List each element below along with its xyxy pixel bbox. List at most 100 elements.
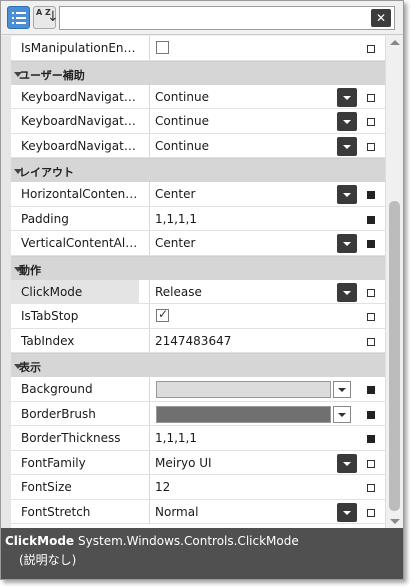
property-value-select[interactable]: Continue bbox=[155, 134, 209, 158]
property-marker-icon[interactable] bbox=[367, 240, 375, 248]
dropdown-button[interactable] bbox=[337, 112, 357, 131]
dropdown-button[interactable] bbox=[337, 185, 357, 204]
property-row[interactable]: IsManipulationEn… bbox=[11, 36, 385, 61]
property-name: KeyboardNavigati… bbox=[21, 138, 139, 153]
property-row[interactable]: TabIndex 2147483647 bbox=[11, 328, 385, 353]
property-marker-icon[interactable] bbox=[367, 288, 375, 297]
property-name: KeyboardNavigati… bbox=[21, 114, 139, 128]
column-divider[interactable] bbox=[149, 133, 150, 157]
property-checkbox[interactable] bbox=[156, 41, 169, 54]
dropdown-button[interactable] bbox=[337, 87, 357, 107]
category-header[interactable]: 動作 bbox=[11, 255, 385, 280]
property-name: FontSize bbox=[21, 480, 72, 494]
property-row[interactable]: BorderBrush bbox=[11, 401, 385, 426]
property-row[interactable]: HorizontalContent… Center bbox=[11, 182, 385, 207]
alphabetical-sort-button[interactable]: A Z ↓ bbox=[33, 6, 59, 29]
column-divider[interactable] bbox=[149, 109, 150, 133]
column-divider[interactable] bbox=[149, 377, 150, 401]
property-marker-icon[interactable] bbox=[367, 191, 375, 199]
dropdown-button[interactable] bbox=[337, 282, 357, 302]
column-divider[interactable] bbox=[149, 304, 150, 328]
property-value-select[interactable]: Continue bbox=[155, 109, 209, 133]
dropdown-button[interactable] bbox=[337, 502, 357, 522]
property-value-select[interactable]: Meiryo UI bbox=[155, 451, 212, 475]
column-divider[interactable] bbox=[149, 450, 150, 474]
property-value-input[interactable]: 1,1,1,1 bbox=[155, 207, 197, 231]
category-name: 表示 bbox=[19, 361, 41, 374]
property-value-select[interactable]: Continue bbox=[155, 85, 209, 109]
property-marker-icon[interactable] bbox=[367, 93, 375, 102]
property-marker-icon[interactable] bbox=[367, 337, 375, 346]
column-divider[interactable] bbox=[149, 499, 150, 523]
category-header[interactable]: ユーザー補助 bbox=[11, 60, 385, 85]
property-value-select[interactable]: Center bbox=[155, 231, 195, 255]
property-name: Padding bbox=[21, 211, 69, 226]
dropdown-button[interactable] bbox=[337, 234, 357, 253]
column-divider[interactable] bbox=[149, 206, 150, 230]
property-row[interactable]: ClickMode Release bbox=[11, 279, 385, 304]
column-divider[interactable] bbox=[149, 475, 150, 499]
property-row[interactable]: FontSize 12 bbox=[11, 475, 385, 500]
property-name: VerticalContentAli… bbox=[21, 236, 139, 250]
column-divider[interactable] bbox=[149, 84, 150, 108]
toolbar: A Z ↓ ✕ bbox=[1, 1, 403, 35]
column-divider[interactable] bbox=[149, 231, 150, 255]
property-name: FontStretch bbox=[21, 504, 91, 519]
property-row[interactable]: KeyboardNavigati… Continue bbox=[11, 109, 385, 134]
category-header[interactable]: レイアウト bbox=[11, 158, 385, 182]
property-value-input[interactable]: 1,1,1,1 bbox=[155, 426, 197, 450]
column-divider[interactable] bbox=[149, 36, 150, 60]
dropdown-button[interactable] bbox=[337, 136, 357, 156]
dropdown-button[interactable] bbox=[337, 453, 357, 473]
clear-search-button[interactable]: ✕ bbox=[371, 9, 391, 27]
vertical-scrollbar[interactable] bbox=[385, 36, 403, 528]
property-marker-icon[interactable] bbox=[367, 484, 375, 492]
brush-dropdown-button[interactable] bbox=[333, 381, 351, 398]
property-marker-icon[interactable] bbox=[367, 118, 375, 126]
column-divider[interactable] bbox=[149, 426, 150, 450]
property-marker-icon[interactable] bbox=[367, 142, 375, 151]
description-property-type: System.Windows.Controls.ClickMode bbox=[78, 534, 299, 548]
property-marker-icon[interactable] bbox=[367, 386, 375, 394]
property-name: Background bbox=[21, 382, 93, 396]
property-row[interactable]: FontFamily Meiryo UI bbox=[11, 450, 385, 475]
property-row[interactable]: BorderThickness 1,1,1,1 bbox=[11, 426, 385, 451]
property-marker-icon[interactable] bbox=[367, 459, 375, 468]
color-swatch[interactable] bbox=[156, 405, 331, 423]
property-name: IsManipulationEn… bbox=[21, 41, 136, 55]
column-divider[interactable] bbox=[149, 279, 150, 303]
category-header[interactable]: 表示 bbox=[11, 353, 385, 377]
property-grid-window: A Z ↓ ✕ IsManipulationEn… ユーザー補助 KeyboardN… bbox=[0, 0, 404, 580]
property-marker-icon[interactable] bbox=[367, 410, 375, 419]
property-row[interactable]: IsTabStop bbox=[11, 304, 385, 329]
scroll-down-icon[interactable] bbox=[390, 519, 400, 524]
property-row[interactable]: FontStretch Normal bbox=[11, 499, 385, 524]
property-value-select[interactable]: Normal bbox=[155, 500, 198, 524]
property-marker-icon[interactable] bbox=[367, 215, 375, 224]
property-row[interactable]: KeyboardNavigati… Continue bbox=[11, 133, 385, 158]
scrollbar-thumb[interactable] bbox=[389, 201, 400, 511]
property-value-select[interactable]: Center bbox=[155, 182, 195, 206]
color-swatch[interactable] bbox=[156, 381, 331, 398]
property-marker-icon[interactable] bbox=[367, 45, 375, 53]
search-input[interactable] bbox=[59, 6, 395, 30]
property-row[interactable]: VerticalContentAli… Center bbox=[11, 231, 385, 256]
property-value-select[interactable]: Release bbox=[155, 280, 202, 304]
property-marker-icon[interactable] bbox=[367, 508, 375, 517]
column-divider[interactable] bbox=[149, 182, 150, 206]
property-checkbox[interactable] bbox=[156, 307, 169, 322]
property-value-input[interactable]: 2147483647 bbox=[155, 329, 231, 353]
property-row[interactable]: KeyboardNavigati… Continue bbox=[11, 84, 385, 109]
property-value-input[interactable]: 12 bbox=[155, 475, 170, 499]
category-name: ユーザー補助 bbox=[19, 68, 85, 82]
scroll-up-icon[interactable] bbox=[390, 40, 400, 45]
brush-dropdown-button[interactable] bbox=[333, 405, 351, 423]
categorized-view-button[interactable] bbox=[7, 6, 30, 29]
property-marker-icon[interactable] bbox=[367, 313, 375, 321]
property-marker-icon[interactable] bbox=[367, 435, 375, 443]
property-row[interactable]: Padding 1,1,1,1 bbox=[11, 206, 385, 231]
column-divider[interactable] bbox=[149, 328, 150, 352]
category-name: 動作 bbox=[19, 263, 41, 277]
column-divider[interactable] bbox=[149, 401, 150, 425]
property-row[interactable]: Background bbox=[11, 377, 385, 402]
